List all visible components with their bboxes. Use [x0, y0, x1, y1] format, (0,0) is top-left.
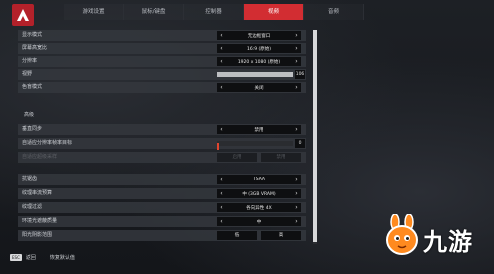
setting-label: 垂直同步 [22, 126, 43, 132]
chevron-left-icon[interactable]: ‹ [217, 175, 226, 184]
chevron-left-icon[interactable]: ‹ [217, 57, 226, 66]
anti-aliasing-selector[interactable]: ‹ TSAA › [217, 175, 301, 184]
selector-value: 1920 x 1080 (原始) [237, 59, 281, 65]
setting-label: 色盲模式 [22, 84, 43, 90]
texture-filtering-selector[interactable]: ‹ 各向异性 4X › [217, 203, 301, 212]
setting-label: 抗锯齿 [22, 176, 38, 182]
advanced-section-header: 高级 [24, 112, 35, 118]
apex-logo-icon [17, 9, 29, 21]
setting-label: 分辨率 [22, 58, 38, 64]
setting-label: 纹理过滤 [22, 204, 43, 210]
chevron-left-icon[interactable]: ‹ [217, 31, 226, 40]
chevron-right-icon[interactable]: › [292, 203, 301, 212]
setting-row-resolution: 分辨率 ‹ 1920 x 1080 (原始) › [18, 56, 306, 67]
apex-logo [12, 4, 34, 26]
chevron-left-icon[interactable]: ‹ [217, 44, 226, 53]
tab-audio[interactable]: 音频 [304, 4, 364, 20]
setting-label: 阳光阴影范围 [22, 232, 53, 238]
setting-label: 环境光遮蔽质量 [22, 218, 58, 224]
setting-row-adaptive-supersampling: 自适应超级采样 启用 禁用 [18, 152, 306, 163]
setting-label: 纹理串流预算 [22, 190, 53, 196]
adaptive-res-value: 0 [295, 139, 305, 148]
setting-row-adaptive-res-target: 自适应分辨率帧率目标 0 [18, 138, 306, 150]
setting-row-fov: 视野 106 [18, 69, 306, 80]
site-watermark: 九游 [383, 212, 491, 262]
selector-value: 关闭 [254, 85, 264, 91]
selector-value: 中 [256, 219, 262, 225]
restore-defaults-button[interactable]: 恢复默认值 [50, 254, 75, 261]
setting-row-texture-budget: 纹理串流预算 ‹ 中 (3GB VRAM) › [18, 188, 306, 199]
setting-row-sun-shadow: 阳光阴影范围 低 高 [18, 230, 306, 241]
setting-label: 屏幕高宽比 [22, 45, 48, 51]
chevron-right-icon[interactable]: › [292, 175, 301, 184]
option-low[interactable]: 低 [217, 231, 257, 240]
resolution-selector[interactable]: ‹ 1920 x 1080 (原始) › [217, 57, 301, 66]
setting-label: 自适应分辨率帧率目标 [22, 140, 73, 146]
tab-gameplay[interactable]: 游戏设置 [64, 4, 124, 20]
chevron-right-icon[interactable]: › [292, 44, 301, 53]
selector-value: TSAA [253, 177, 265, 182]
video-settings-panel: 显示模式 ‹ 无边框窗口 › 屏幕高宽比 ‹ 16:9 (原始) › 分辨率 ‹… [18, 28, 314, 246]
selector-value: 各向异性 4X [246, 205, 272, 211]
settings-scrollbar[interactable] [313, 30, 317, 244]
adaptive-res-slider[interactable] [217, 141, 293, 150]
back-button[interactable]: 返回 [26, 254, 36, 261]
tab-controller[interactable]: 控制器 [184, 4, 244, 20]
chevron-left-icon[interactable]: ‹ [217, 125, 226, 134]
chevron-right-icon[interactable]: › [292, 125, 301, 134]
setting-label: 视野 [22, 71, 33, 77]
selector-value: 中 (3GB VRAM) [242, 191, 276, 197]
setting-row-vsync: 垂直同步 ‹ 禁用 › [18, 124, 306, 135]
chevron-right-icon[interactable]: › [292, 57, 301, 66]
chevron-right-icon[interactable]: › [292, 31, 301, 40]
chevron-left-icon[interactable]: ‹ [217, 189, 226, 198]
fov-value: 106 [295, 70, 305, 79]
chevron-left-icon[interactable]: ‹ [217, 83, 226, 92]
chevron-right-icon[interactable]: › [292, 217, 301, 226]
esc-key-badge: ESC [10, 253, 22, 261]
option-disable: 禁用 [261, 153, 301, 162]
setting-row-anti-aliasing: 抗锯齿 ‹ TSAA › [18, 174, 306, 185]
adaptive-supersampling-toggle: 启用 禁用 [217, 153, 301, 162]
slider-handle[interactable] [217, 143, 219, 150]
watermark-text: 九游 [423, 228, 473, 256]
scrollbar-thumb[interactable] [313, 30, 317, 242]
fov-slider[interactable] [217, 72, 293, 77]
footer-bar: ESC 返回 恢复默认值 [10, 252, 75, 262]
display-mode-selector[interactable]: ‹ 无边框窗口 › [217, 31, 301, 40]
sun-shadow-toggle: 低 高 [217, 231, 301, 240]
setting-row-colorblind: 色盲模式 ‹ 关闭 › [18, 82, 306, 93]
selector-value: 无边框窗口 [247, 33, 271, 39]
settings-tabs: 游戏设置 鼠标/键盘 控制器 视频 音频 [64, 4, 364, 20]
aspect-ratio-selector[interactable]: ‹ 16:9 (原始) › [217, 44, 301, 53]
chevron-left-icon[interactable]: ‹ [217, 203, 226, 212]
tab-mouse-keyboard[interactable]: 鼠标/键盘 [124, 4, 184, 20]
setting-row-display-mode: 显示模式 ‹ 无边框窗口 › [18, 30, 306, 41]
setting-label: 自适应超级采样 [22, 154, 58, 160]
setting-row-aspect-ratio: 屏幕高宽比 ‹ 16:9 (原始) › [18, 43, 306, 54]
fov-slider-fill [217, 72, 293, 77]
tab-video[interactable]: 视频 [244, 4, 304, 20]
chevron-right-icon[interactable]: › [292, 83, 301, 92]
ambient-occlusion-selector[interactable]: ‹ 中 › [217, 217, 301, 226]
vsync-selector[interactable]: ‹ 禁用 › [217, 125, 301, 134]
selector-value: 禁用 [254, 127, 264, 133]
setting-row-ambient-occlusion: 环境光遮蔽质量 ‹ 中 › [18, 216, 306, 227]
chevron-right-icon[interactable]: › [292, 189, 301, 198]
chevron-left-icon[interactable]: ‹ [217, 217, 226, 226]
mascot-icon [386, 214, 418, 255]
setting-row-texture-filtering: 纹理过滤 ‹ 各向异性 4X › [18, 202, 306, 213]
option-high[interactable]: 高 [261, 231, 301, 240]
texture-budget-selector[interactable]: ‹ 中 (3GB VRAM) › [217, 189, 301, 198]
selector-value: 16:9 (原始) [246, 46, 272, 52]
option-enable: 启用 [217, 153, 257, 162]
colorblind-selector[interactable]: ‹ 关闭 › [217, 83, 301, 92]
setting-label: 显示模式 [22, 32, 43, 38]
